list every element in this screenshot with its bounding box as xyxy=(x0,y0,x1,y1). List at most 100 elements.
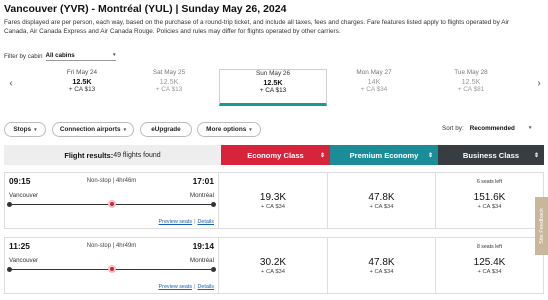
results-title: Flight results: xyxy=(64,150,114,160)
link-separator: | xyxy=(194,219,196,225)
business-label: Business Class xyxy=(462,150,520,160)
connection-airports-button[interactable]: Connection airports ▾ xyxy=(52,122,134,137)
flight-row: 11:25 Non-stop | 4hr49m 19:14 Vancouver … xyxy=(4,237,544,294)
sort-select[interactable]: Recommended ▾ xyxy=(470,125,532,132)
fare-points: 19.3K xyxy=(259,191,287,203)
caret-down-icon: ▾ xyxy=(249,126,252,133)
sort-icon: ⇕ xyxy=(319,152,325,159)
destination-dot xyxy=(211,267,216,272)
preview-seats-link[interactable]: Preview seats xyxy=(159,284,193,290)
destination-dot xyxy=(211,202,216,207)
results-header: Flight results: 49 flights found Economy… xyxy=(4,145,544,165)
results-summary: Flight results: 49 flights found xyxy=(4,145,221,165)
fare-points: 47.8K xyxy=(368,256,395,268)
details-link[interactable]: Details xyxy=(198,219,214,225)
premium-column-header[interactable]: Premium Economy ⇕ xyxy=(330,145,438,165)
date-option[interactable]: Mon May 27 14K + CA $34 xyxy=(320,69,428,106)
destination-city: Montréal xyxy=(189,192,214,199)
business-column-header[interactable]: Business Class ⇕ xyxy=(438,145,544,165)
fare-points: 47.8K xyxy=(368,191,395,203)
origin-city: Vancouver xyxy=(9,192,39,199)
flight-links: Preview seats | Details xyxy=(159,219,214,225)
date-tax: + CA $81 xyxy=(457,86,485,93)
chevron-left-icon[interactable]: ‹ xyxy=(4,78,18,89)
economy-fare[interactable]: 30.2K + CA $34 xyxy=(218,238,327,293)
business-fare[interactable]: 8 seats left 125.4K + CA $34 xyxy=(435,238,543,293)
flight-row: 09:15 Non-stop | 4hr46m 17:01 Vancouver … xyxy=(4,172,544,229)
date-points: 12.5K xyxy=(461,76,481,86)
stops-text: Non-stop xyxy=(86,243,112,249)
cabin-filter-label: Filter by cabin xyxy=(4,53,43,60)
date-points: 14K xyxy=(367,76,381,86)
cabin-select[interactable]: All cabins ▾ xyxy=(45,52,116,61)
stops-text: Non-stop xyxy=(86,178,112,184)
eupgrade-button[interactable]: eUpgrade xyxy=(140,122,192,137)
duration-text: 4hr46m xyxy=(115,178,137,184)
fare-points: 151.6K xyxy=(473,191,506,203)
premium-label: Premium Economy xyxy=(349,150,419,160)
connection-airports-label: Connection airports xyxy=(59,126,121,133)
page-title: Vancouver (YVR) - Montréal (YUL) | Sunda… xyxy=(4,3,287,15)
seats-left: 8 seats left xyxy=(476,244,503,250)
date-points: 12.5K xyxy=(159,76,179,86)
filter-bar: Stops ▾ Connection airports ▾ eUpgrade M… xyxy=(0,122,548,138)
stops-filter-button[interactable]: Stops ▾ xyxy=(4,122,46,137)
caret-down-icon: ▾ xyxy=(528,125,532,131)
origin-dot xyxy=(7,267,12,272)
economy-column-header[interactable]: Economy Class ⇕ xyxy=(221,145,330,165)
preview-seats-link[interactable]: Preview seats xyxy=(159,219,193,225)
fare-tax: + CA $34 xyxy=(260,268,285,275)
arrival-time: 17:01 xyxy=(192,176,214,186)
cabin-select-value: All cabins xyxy=(45,52,75,59)
cabin-filter: Filter by cabin All cabins ▾ xyxy=(4,52,116,61)
flight-links: Preview seats | Details xyxy=(159,284,214,290)
caret-down-icon: ▾ xyxy=(34,126,37,133)
fare-note: Fares displayed are per person, each way… xyxy=(4,19,510,35)
caret-down-icon: ▾ xyxy=(113,52,116,58)
details-link[interactable]: Details xyxy=(198,284,214,290)
results-count: 49 flights found xyxy=(113,151,161,159)
fare-tax: + CA $34 xyxy=(477,203,502,210)
fare-points: 30.2K xyxy=(259,256,287,268)
sort-value: Recommended xyxy=(469,125,515,132)
economy-label: Economy Class xyxy=(247,150,304,160)
date-tax: + CA $13 xyxy=(155,86,183,93)
origin-city: Vancouver xyxy=(9,257,39,264)
duration-text: 4hr49m xyxy=(115,243,137,249)
sort-icon: ⇕ xyxy=(533,152,539,159)
fare-tax: + CA $34 xyxy=(477,268,502,275)
economy-fare[interactable]: 19.3K + CA $34 xyxy=(218,173,327,228)
sort-icon: ⇕ xyxy=(427,152,433,159)
date-option[interactable]: Sat May 25 12.5K + CA $13 xyxy=(115,69,223,106)
more-options-button[interactable]: More options ▾ xyxy=(197,122,261,137)
more-options-label: More options xyxy=(206,126,247,133)
date-strip: ‹ Fri May 24 12.5K + CA $13 Sat May 25 1… xyxy=(0,66,548,106)
premium-fare[interactable]: 47.8K + CA $34 xyxy=(327,238,435,293)
date-tax: + CA $34 xyxy=(360,86,388,93)
caret-down-icon: ▾ xyxy=(123,126,127,133)
site-feedback-tab[interactable]: Site Feedback xyxy=(535,197,548,255)
stop-info: Non-stop | 4hr46m xyxy=(86,178,137,184)
flight-info: 09:15 Non-stop | 4hr46m 17:01 Vancouver … xyxy=(5,173,218,228)
premium-fare[interactable]: 47.8K + CA $34 xyxy=(327,173,435,228)
business-fare[interactable]: 6 seats left 151.6K + CA $34 xyxy=(435,173,543,228)
link-separator: | xyxy=(194,284,196,290)
seats-left: 6 seats left xyxy=(476,179,503,185)
destination-city: Montréal xyxy=(189,257,214,264)
date-points: 12.5K xyxy=(263,77,283,87)
flight-info: 11:25 Non-stop | 4hr49m 19:14 Vancouver … xyxy=(5,238,218,293)
date-tax: + CA $13 xyxy=(259,87,287,94)
stop-info: Non-stop | 4hr49m xyxy=(86,243,137,249)
chevron-right-icon[interactable]: › xyxy=(532,78,546,89)
aircraft-marker-icon xyxy=(108,265,116,273)
aircraft-marker-icon xyxy=(108,200,116,208)
site-feedback-label: Site Feedback xyxy=(538,208,545,244)
fare-tax: + CA $34 xyxy=(260,203,285,210)
date-option-selected[interactable]: Sun May 26 12.5K + CA $13 xyxy=(219,69,327,106)
sort-by: Sort by: Recommended ▾ xyxy=(442,125,531,132)
eupgrade-label: eUpgrade xyxy=(151,126,181,133)
sort-label: Sort by: xyxy=(442,125,464,132)
arrival-time: 19:14 xyxy=(192,241,214,251)
fare-tax: + CA $34 xyxy=(369,268,394,275)
date-option[interactable]: Tue May 28 12.5K + CA $81 xyxy=(417,69,525,106)
